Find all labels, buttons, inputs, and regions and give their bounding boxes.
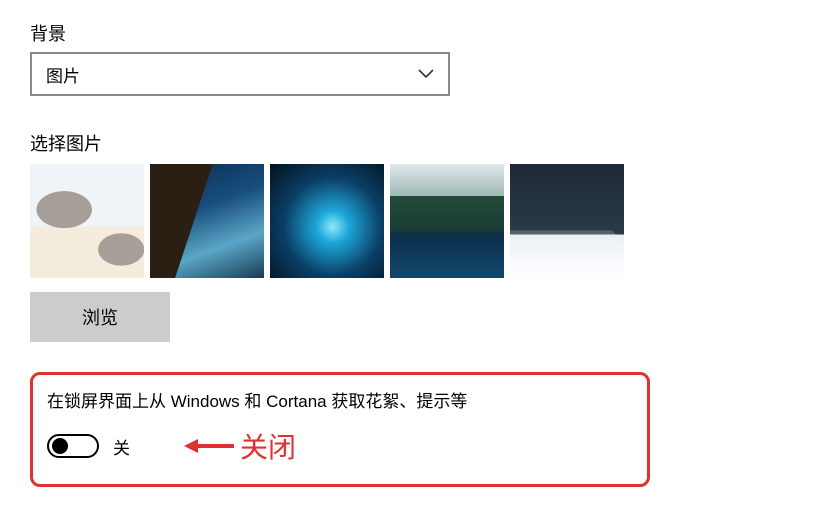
- picture-thumb[interactable]: [270, 164, 384, 278]
- chevron-down-icon: [418, 69, 434, 79]
- arrow-left-icon: [184, 436, 234, 456]
- background-label: 背景: [30, 20, 787, 46]
- picture-picker-label: 选择图片: [30, 130, 787, 156]
- background-dropdown[interactable]: 图片: [30, 52, 450, 96]
- background-dropdown-value: 图片: [46, 62, 80, 87]
- picture-thumb[interactable]: [390, 164, 504, 278]
- annotation-highlight-box: 在锁屏界面上从 Windows 和 Cortana 获取花絮、提示等 关 关闭: [30, 372, 650, 487]
- lockscreen-tips-label: 在锁屏界面上从 Windows 和 Cortana 获取花絮、提示等: [47, 387, 633, 412]
- annotation-text: 关闭: [240, 426, 296, 466]
- lockscreen-tips-toggle[interactable]: [47, 434, 99, 458]
- annotation: 关闭: [184, 426, 296, 466]
- picture-thumb[interactable]: [510, 164, 624, 278]
- lockscreen-tips-toggle-state: 关: [113, 434, 130, 459]
- picture-thumb[interactable]: [30, 164, 144, 278]
- browse-button[interactable]: 浏览: [30, 292, 170, 342]
- picture-thumbnails: [30, 164, 787, 278]
- picture-thumb[interactable]: [150, 164, 264, 278]
- toggle-knob: [52, 438, 68, 454]
